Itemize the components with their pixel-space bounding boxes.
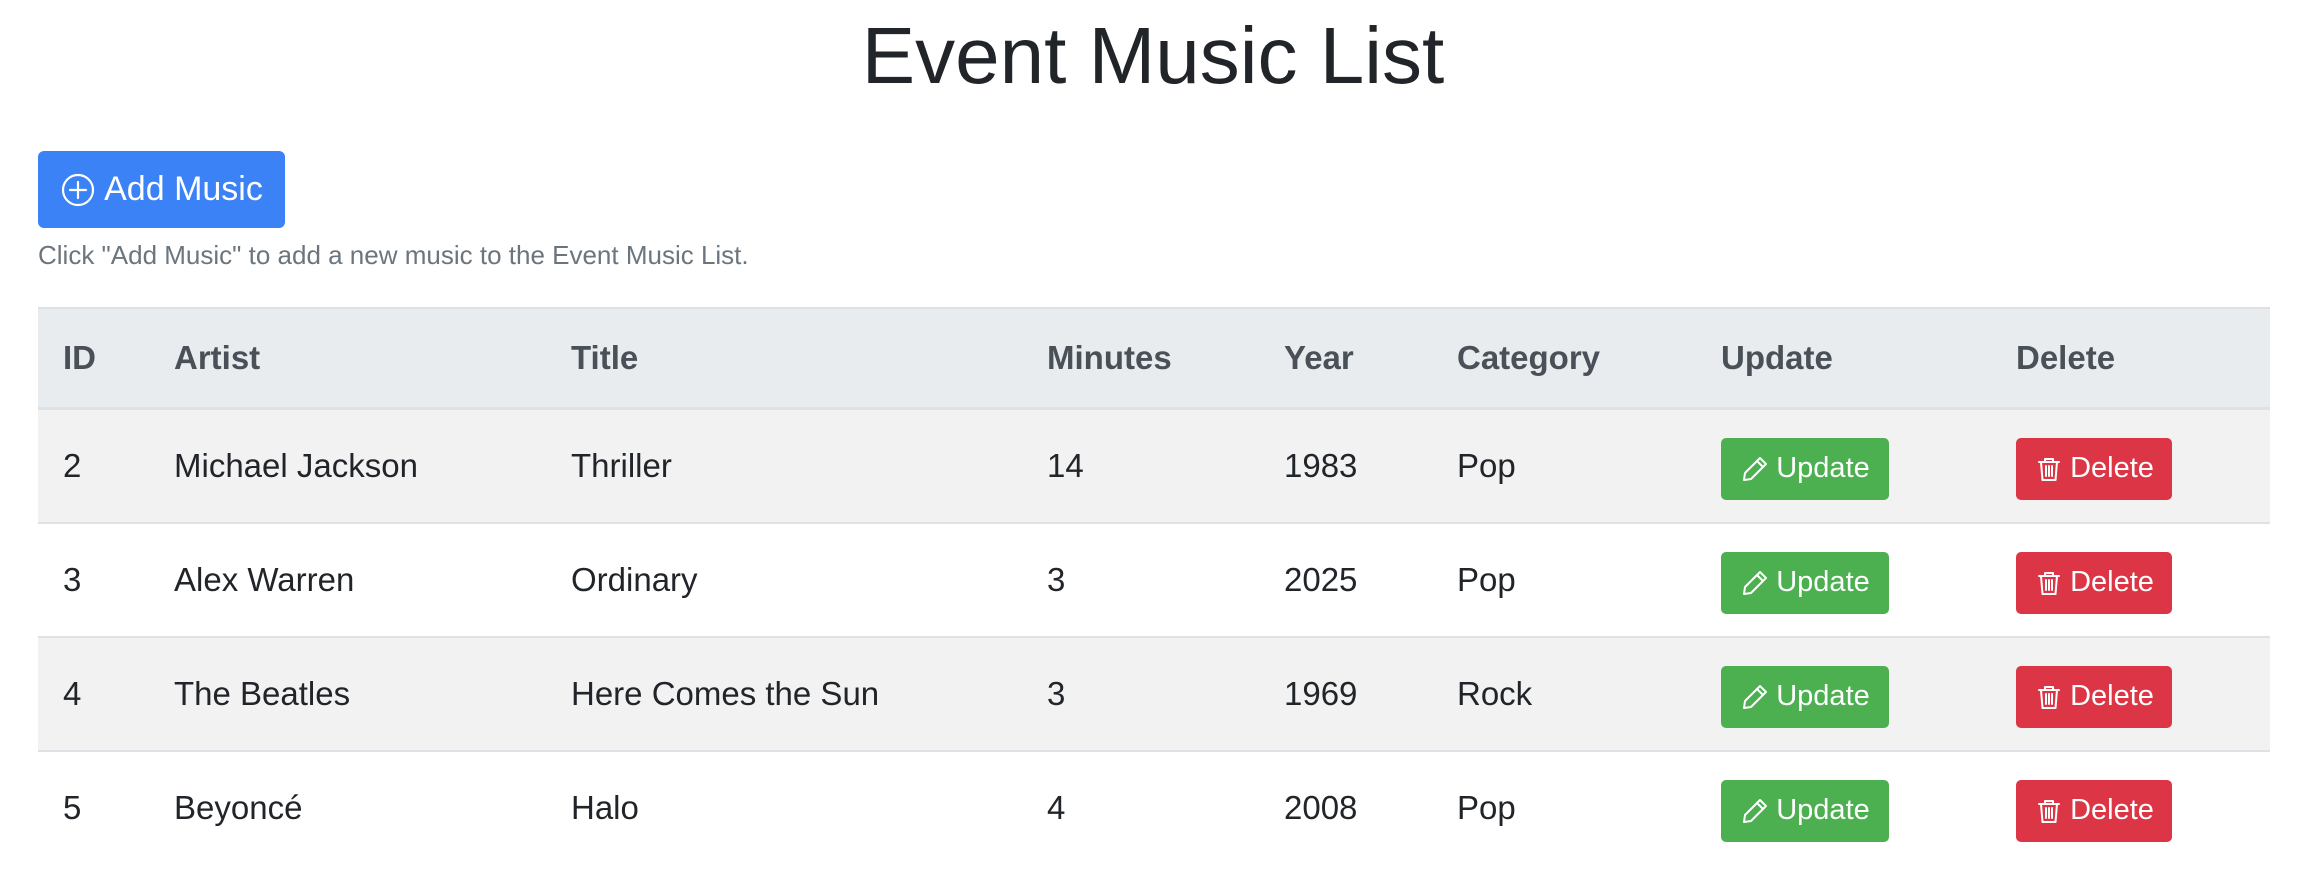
cell-artist: The Beatles bbox=[149, 636, 546, 752]
cell-update: Update bbox=[1696, 522, 1991, 638]
header-delete: Delete bbox=[1991, 307, 2270, 410]
cell-year: 1983 bbox=[1259, 408, 1432, 524]
delete-label: Delete bbox=[2070, 680, 2154, 712]
music-table: ID Artist Title Minutes Year Category Up… bbox=[38, 307, 2270, 864]
cell-title: Here Comes the Sun bbox=[546, 636, 1022, 752]
update-label: Update bbox=[1776, 680, 1870, 712]
cell-update: Update bbox=[1696, 408, 1991, 524]
header-title: Title bbox=[546, 307, 1022, 410]
cell-delete: Delete bbox=[1991, 636, 2270, 752]
table-row: 2 Michael Jackson Thriller 14 1983 Pop U… bbox=[38, 408, 2270, 524]
update-label: Update bbox=[1776, 566, 1870, 598]
cell-delete: Delete bbox=[1991, 408, 2270, 524]
cell-minutes: 14 bbox=[1022, 408, 1259, 524]
trash-icon bbox=[2034, 454, 2064, 484]
pencil-icon bbox=[1740, 796, 1770, 826]
trash-icon bbox=[2034, 796, 2064, 826]
add-music-hint: Click "Add Music" to add a new music to … bbox=[38, 240, 749, 270]
delete-button[interactable]: Delete bbox=[2016, 437, 2172, 500]
cell-year: 2025 bbox=[1259, 522, 1432, 638]
add-music-button[interactable]: Add Music bbox=[38, 151, 285, 228]
delete-button[interactable]: Delete bbox=[2016, 779, 2172, 842]
cell-update: Update bbox=[1696, 636, 1991, 752]
cell-id: 3 bbox=[38, 522, 149, 638]
update-button[interactable]: Update bbox=[1721, 551, 1889, 614]
cell-update: Update bbox=[1696, 751, 1991, 864]
header-year: Year bbox=[1259, 307, 1432, 410]
table-row: 4 The Beatles Here Comes the Sun 3 1969 … bbox=[38, 636, 2270, 752]
cell-category: Rock bbox=[1432, 636, 1696, 752]
cell-id: 4 bbox=[38, 636, 149, 752]
delete-label: Delete bbox=[2070, 452, 2154, 484]
table-body: 2 Michael Jackson Thriller 14 1983 Pop U… bbox=[38, 408, 2270, 864]
cell-title: Halo bbox=[571, 788, 639, 826]
update-label: Update bbox=[1776, 452, 1870, 484]
cell-minutes: 3 bbox=[1022, 636, 1259, 752]
table-row: 5 Beyoncé Halo 4 2008 Pop Update Delete bbox=[38, 750, 2270, 864]
cell-artist: Beyoncé bbox=[174, 788, 303, 826]
cell-delete: Delete bbox=[1991, 751, 2270, 864]
cell-category: Pop bbox=[1432, 408, 1696, 524]
header-row: ID Artist Title Minutes Year Category Up… bbox=[38, 307, 2270, 410]
delete-label: Delete bbox=[2070, 794, 2154, 826]
pencil-icon bbox=[1740, 682, 1770, 712]
delete-label: Delete bbox=[2070, 566, 2154, 598]
add-music-label: Add Music bbox=[104, 170, 263, 208]
header-minutes: Minutes bbox=[1022, 307, 1259, 410]
cell-artist: Michael Jackson bbox=[149, 408, 546, 524]
pencil-icon bbox=[1740, 568, 1770, 598]
table-header: ID Artist Title Minutes Year Category Up… bbox=[38, 307, 2270, 410]
cell-delete: Delete bbox=[1991, 522, 2270, 638]
update-button[interactable]: Update bbox=[1721, 779, 1889, 842]
header-id: ID bbox=[38, 307, 149, 410]
header-artist: Artist bbox=[149, 307, 546, 410]
cell-category: Pop bbox=[1432, 522, 1696, 638]
cell-id: 5 bbox=[63, 788, 82, 826]
update-button[interactable]: Update bbox=[1721, 437, 1889, 500]
delete-button[interactable]: Delete bbox=[2016, 551, 2172, 614]
cell-title: Thriller bbox=[546, 408, 1022, 524]
update-button[interactable]: Update bbox=[1721, 665, 1889, 728]
header-category: Category bbox=[1432, 307, 1696, 410]
cell-minutes: 4 bbox=[1047, 788, 1066, 826]
header-update: Update bbox=[1696, 307, 1991, 410]
table-row: 3 Alex Warren Ordinary 3 2025 Pop Update bbox=[38, 522, 2270, 638]
trash-icon bbox=[2034, 682, 2064, 712]
pencil-icon bbox=[1740, 454, 1770, 484]
page: Event Music List Add Music Click "Add Mu… bbox=[0, 0, 2306, 878]
cell-title: Ordinary bbox=[546, 522, 1022, 638]
cell-category: Pop bbox=[1457, 788, 1516, 826]
plus-circle-icon bbox=[60, 172, 96, 208]
delete-button[interactable]: Delete bbox=[2016, 665, 2172, 728]
cell-artist: Alex Warren bbox=[149, 522, 546, 638]
cell-id: 2 bbox=[38, 408, 149, 524]
update-label: Update bbox=[1776, 794, 1870, 826]
cell-year: 1969 bbox=[1259, 636, 1432, 752]
page-title: Event Music List bbox=[861, 11, 1445, 100]
cell-year: 2008 bbox=[1284, 788, 1358, 826]
trash-icon bbox=[2034, 568, 2064, 598]
cell-minutes: 3 bbox=[1022, 522, 1259, 638]
